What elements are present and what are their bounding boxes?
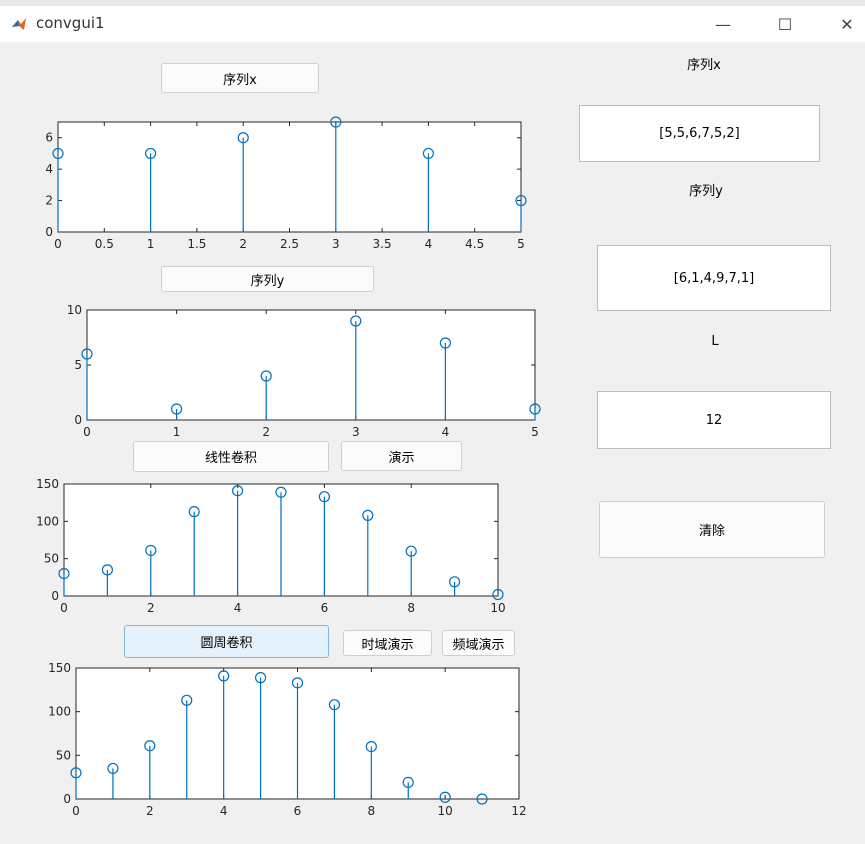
x-tick-label: 0	[72, 804, 80, 818]
y-tick-label: 150	[48, 661, 71, 675]
plot-circular-conv: 0 2 4 6 8 10 12 0 50 100 150	[48, 661, 527, 818]
y-tick-label: 100	[48, 705, 71, 719]
x-tick-label: 10	[438, 804, 453, 818]
x-tick-label: 2	[146, 804, 154, 818]
y-tick-label: 0	[63, 792, 71, 806]
x-tick-label: 4	[220, 804, 228, 818]
x-tick-label: 12	[511, 804, 526, 818]
y-tick-label: 50	[56, 748, 71, 762]
x-tick-label: 8	[368, 804, 376, 818]
x-tick-label: 6	[294, 804, 302, 818]
